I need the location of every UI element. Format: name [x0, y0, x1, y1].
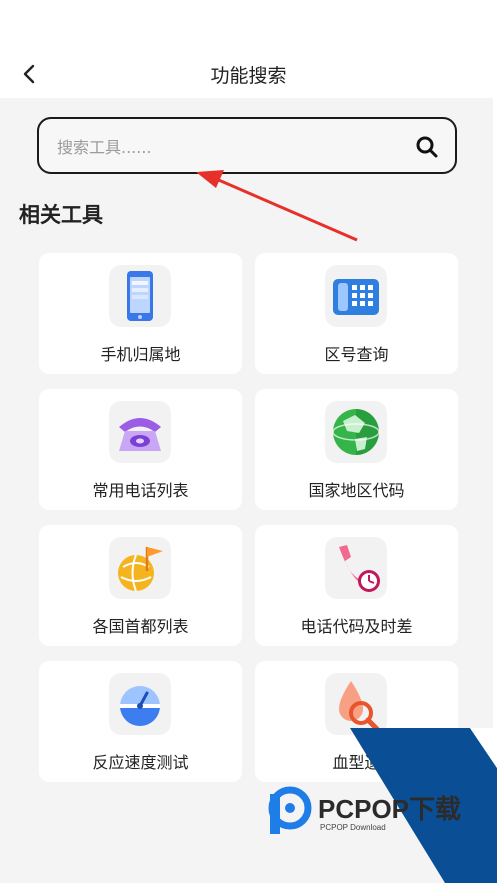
blood-search-icon — [325, 673, 387, 735]
tool-label: 国家地区代码 — [308, 481, 405, 500]
watermark: PCPOP下载 PCPOP Download — [268, 728, 497, 883]
tool-card-phone-timezone[interactable]: 电话代码及时差 — [255, 525, 458, 646]
status-bar — [0, 0, 497, 50]
tool-label: 手机归属地 — [100, 345, 181, 364]
search-icon[interactable] — [415, 135, 439, 159]
pcpop-logo-icon — [268, 786, 312, 834]
search-box — [37, 117, 457, 174]
tool-label: 电话代码及时差 — [300, 617, 413, 636]
speed-gauge-icon — [109, 673, 171, 735]
search-input[interactable] — [55, 131, 399, 163]
tool-label: 反应速度测试 — [92, 753, 189, 772]
tool-label: 区号查询 — [324, 345, 389, 364]
tool-card-mobile-location[interactable]: 手机归属地 — [39, 253, 242, 374]
tool-card-reaction-test[interactable]: 反应速度测试 — [39, 661, 242, 782]
tool-card-country-code[interactable]: 国家地区代码 — [255, 389, 458, 510]
rotary-phone-icon — [109, 401, 171, 463]
globe-flag-icon — [109, 537, 171, 599]
tool-card-capitals[interactable]: 各国首都列表 — [39, 525, 242, 646]
tool-card-common-phones[interactable]: 常用电话列表 — [39, 389, 242, 510]
watermark-text: PCPOP下载 — [318, 794, 461, 824]
tool-label: 各国首都列表 — [92, 617, 189, 636]
globe-icon — [325, 401, 387, 463]
page-title: 功能搜索 — [210, 65, 287, 87]
section-title: 相关工具 — [19, 203, 103, 227]
phone-clock-icon — [325, 537, 387, 599]
mobile-phone-icon — [109, 265, 171, 327]
desk-phone-icon — [325, 265, 387, 327]
tool-card-area-code[interactable]: 区号查询 — [255, 253, 458, 374]
tool-label: 常用电话列表 — [92, 481, 189, 500]
watermark-subtext: PCPOP Download — [320, 823, 386, 832]
